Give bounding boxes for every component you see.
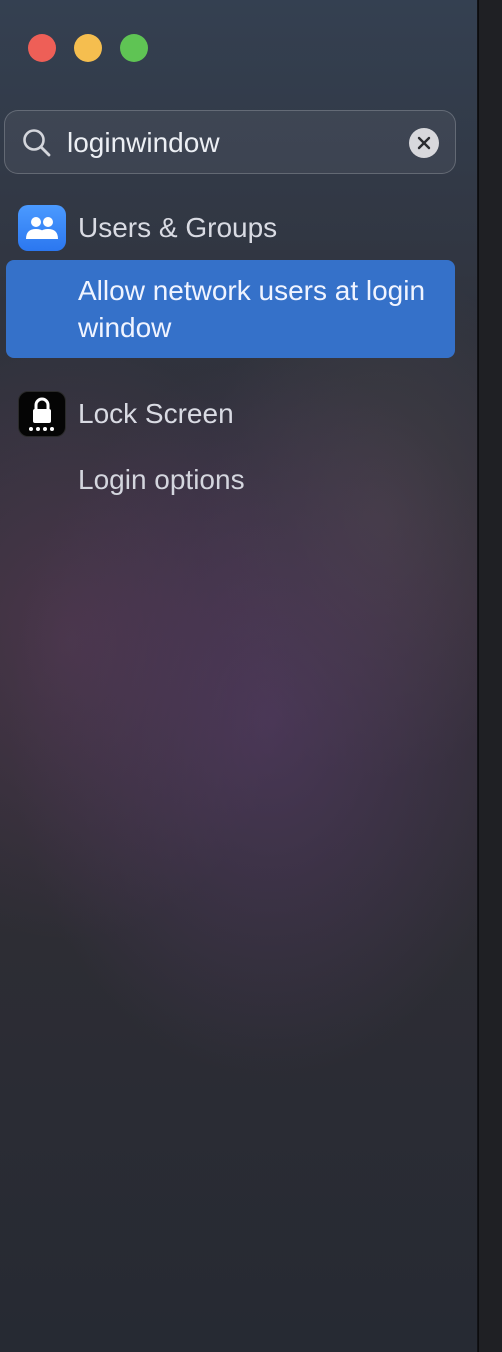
users-groups-icon: [18, 205, 66, 251]
clear-x-icon: [417, 136, 431, 150]
system-settings-window: loginwindow Users & Groups Allow network…: [0, 0, 502, 1352]
search-input[interactable]: loginwindow: [67, 127, 220, 159]
window-controls: [28, 34, 148, 62]
lock-screen-label: Lock Screen: [78, 398, 234, 429]
close-button[interactable]: [28, 34, 56, 62]
search-field[interactable]: loginwindow: [4, 110, 456, 174]
zoom-button[interactable]: [120, 34, 148, 62]
minimize-button[interactable]: [74, 34, 102, 62]
result-item-label: Login options: [78, 464, 245, 495]
result-item-allow-network-users[interactable]: Allow network users at login window: [6, 260, 455, 358]
result-item-login-options[interactable]: Login options: [6, 461, 455, 498]
content-pane-edge: [478, 0, 502, 1352]
result-item-label: Allow network users at login window: [78, 275, 426, 343]
lock-screen-icon: [18, 391, 66, 437]
magnifying-glass-icon: [23, 129, 51, 157]
sidebar: loginwindow Users & Groups Allow network…: [0, 0, 478, 1352]
result-group-lock-screen[interactable]: Lock Screen: [18, 391, 234, 437]
users-groups-label: Users & Groups: [78, 212, 278, 243]
clear-search-button[interactable]: [409, 128, 439, 158]
result-group-users-groups[interactable]: Users & Groups: [18, 205, 277, 251]
